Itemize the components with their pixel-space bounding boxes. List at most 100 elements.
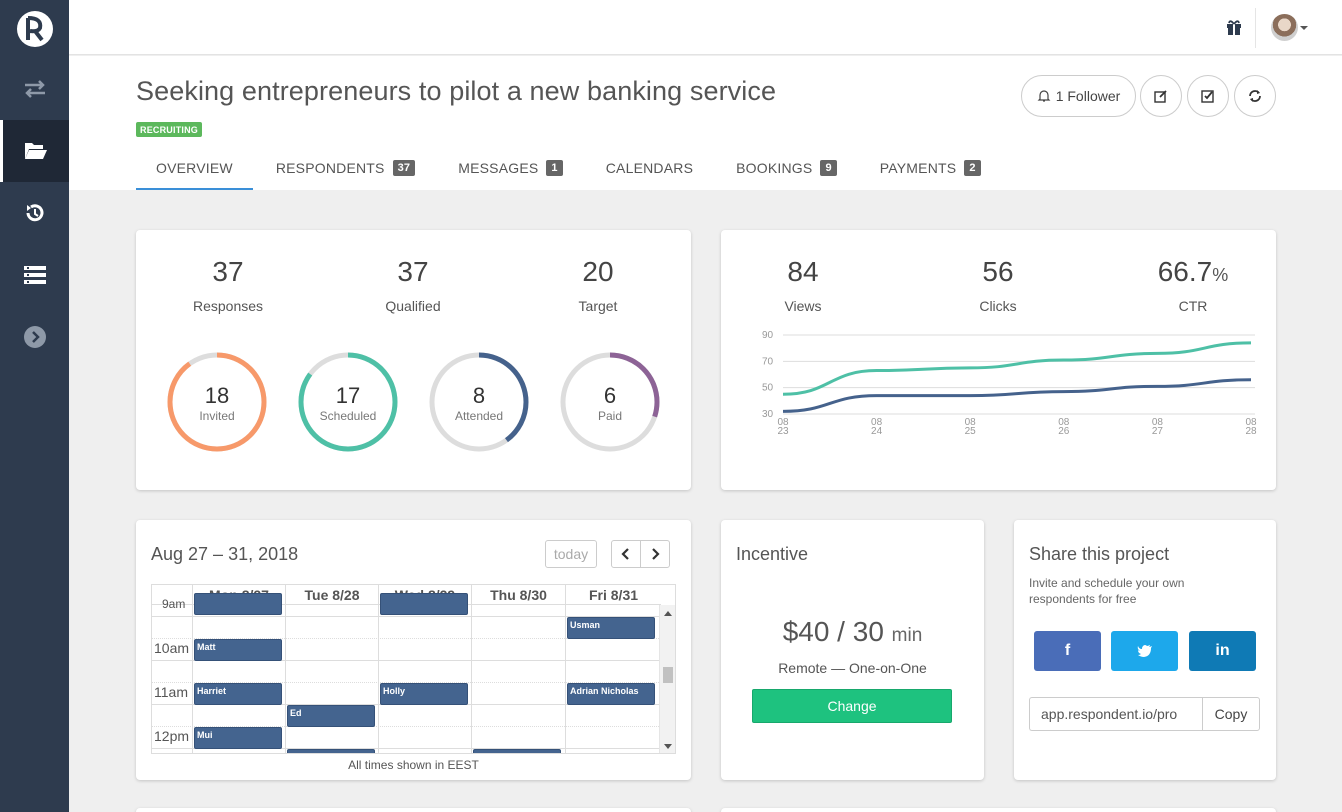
tab-messages[interactable]: MESSAGES 1	[438, 150, 583, 190]
share-facebook-button[interactable]: f	[1034, 631, 1101, 671]
tab-calendars[interactable]: CALENDARS	[586, 150, 713, 190]
stat-value: 37	[212, 256, 244, 287]
linkedin-icon: in	[1215, 642, 1230, 659]
tab-label: BOOKINGS	[736, 160, 813, 176]
change-incentive-button[interactable]: Change	[752, 689, 952, 723]
x-tick-label: 27	[1152, 426, 1164, 437]
twitter-icon	[1137, 645, 1152, 657]
stat-responses: 37 Responses	[153, 256, 303, 314]
next-week-button[interactable]	[640, 540, 670, 568]
calendar-event[interactable]: Adrian Nicholas	[567, 683, 655, 705]
traffic-card: 84 Views 56 Clicks 66.7% CTR 90 70 50 30 08 2…	[721, 230, 1276, 490]
scroll-up-icon[interactable]	[664, 611, 672, 616]
stat-label: Qualified	[385, 298, 441, 314]
ring-label: Paid	[597, 409, 623, 423]
refresh-button[interactable]	[1234, 75, 1276, 117]
calendar-event[interactable]	[380, 593, 468, 615]
stat-target: 20 Target	[523, 256, 673, 314]
sidebar-item-history[interactable]	[0, 182, 69, 244]
follow-button[interactable]: 1 Follower	[1021, 75, 1136, 117]
chevron-down-icon[interactable]	[1300, 26, 1308, 30]
tab-bookings[interactable]: BOOKINGS 9	[716, 150, 857, 190]
time-label: 12pm	[154, 728, 190, 744]
metric-value: 56	[982, 256, 1014, 287]
sidebar	[0, 0, 69, 812]
calendar-event[interactable]	[473, 749, 561, 753]
incentive-amount: $40 / 30 min	[721, 616, 984, 648]
x-tick-label: 26	[1058, 426, 1070, 437]
calendar-event[interactable]: Holly	[380, 683, 468, 705]
metric-value: 84	[787, 256, 819, 287]
topbar-divider	[1255, 8, 1256, 48]
calendar-grid: Mon 8/27 Tue 8/28 Wed 8/29 Thu 8/30 Fri …	[151, 584, 676, 754]
more-card	[136, 808, 691, 812]
share-description: Invite and schedule your own respondents…	[1029, 576, 1185, 606]
copy-link-button[interactable]: Copy	[1202, 697, 1260, 731]
calendar-event[interactable]: Usman	[567, 617, 655, 639]
metric-value: 66.7	[1157, 256, 1213, 287]
tab-overview[interactable]: OVERVIEW	[136, 150, 253, 190]
sidebar-item-projects[interactable]	[0, 120, 69, 182]
calendar-event[interactable]: Harriet	[194, 683, 282, 705]
calendar-range-title: Aug 27 – 31, 2018	[151, 544, 299, 564]
edit-icon	[1154, 90, 1167, 103]
avatar[interactable]	[1271, 14, 1298, 41]
logo[interactable]	[0, 0, 69, 58]
edit-button[interactable]	[1140, 75, 1182, 117]
y-tick-label: 30	[762, 409, 774, 420]
logo-icon	[16, 11, 53, 47]
metric-clicks: 56 Clicks	[923, 256, 1073, 314]
incentive-unit: min	[891, 625, 923, 646]
sidebar-item-expand[interactable]	[0, 306, 69, 368]
ring-value: 18	[204, 383, 230, 408]
tab-respondents[interactable]: RESPONDENTS 37	[256, 150, 435, 190]
recruitment-stats-card: 37 Responses 37 Qualified 20 Target 18 In…	[136, 230, 691, 490]
scroll-down-icon[interactable]	[664, 744, 672, 749]
bell-icon	[1037, 90, 1051, 102]
gift-icon[interactable]	[1226, 19, 1242, 35]
time-label: 10am	[154, 640, 190, 656]
x-tick-label: 24	[871, 426, 883, 437]
day-header: Tue 8/28	[285, 585, 378, 605]
sidebar-item-switch[interactable]	[0, 58, 69, 120]
folder-open-icon	[25, 143, 47, 159]
ring-label: Attended	[454, 409, 504, 423]
metric-views: 84 Views	[728, 256, 878, 314]
day-header: Thu 8/30	[471, 585, 565, 605]
prev-week-button[interactable]	[611, 540, 641, 568]
x-tick-label: 28	[1245, 426, 1257, 437]
today-button[interactable]: today	[545, 540, 597, 568]
share-url-field[interactable]: app.respondent.io/pro	[1029, 697, 1203, 731]
calendar-event[interactable]: Mui	[194, 727, 282, 749]
status-badge: RECRUITING	[136, 122, 202, 137]
incentive-card: Incentive $40 / 30 min Remote — One-on-O…	[721, 520, 984, 780]
history-icon	[26, 204, 43, 222]
check-square-icon	[1201, 90, 1214, 103]
calendar-event[interactable]: Matt	[194, 639, 282, 661]
ring-paid: 6 Paid	[559, 351, 661, 453]
x-tick-label: 23	[777, 426, 789, 437]
calendar-scrollbar[interactable]	[659, 605, 675, 753]
share-twitter-button[interactable]	[1111, 631, 1178, 671]
stat-value: 37	[397, 256, 429, 287]
calendar-event[interactable]	[194, 593, 282, 615]
share-card: Share this project Invite and schedule y…	[1014, 520, 1276, 780]
checklist-button[interactable]	[1187, 75, 1229, 117]
scroll-thumb[interactable]	[663, 667, 673, 683]
sidebar-item-list[interactable]	[0, 244, 69, 306]
tab-payments[interactable]: PAYMENTS 2	[860, 150, 1001, 190]
metric-unit: %	[1212, 265, 1229, 285]
day-header: Fri 8/31	[565, 585, 661, 605]
calendar-event[interactable]	[287, 749, 375, 753]
calendar-body: 9am 10am 11am 12pm Usman Matt Harriet Ho…	[152, 593, 661, 753]
tab-label: CALENDARS	[605, 160, 694, 176]
ring-label: Scheduled	[319, 409, 377, 423]
ring-invited: 18 Invited	[166, 351, 268, 453]
time-label: 11am	[154, 684, 188, 700]
share-linkedin-button[interactable]: in	[1189, 631, 1256, 671]
follow-label: 1 Follower	[1055, 88, 1121, 104]
calendar-event[interactable]: Ed	[287, 705, 375, 727]
views-clicks-line-chart: 90705030082308240825082608270828	[762, 330, 1257, 437]
calendar-card: Aug 27 – 31, 2018 today Mon 8/27 Tue 8/2…	[136, 520, 691, 780]
x-tick-label: 25	[965, 426, 977, 437]
